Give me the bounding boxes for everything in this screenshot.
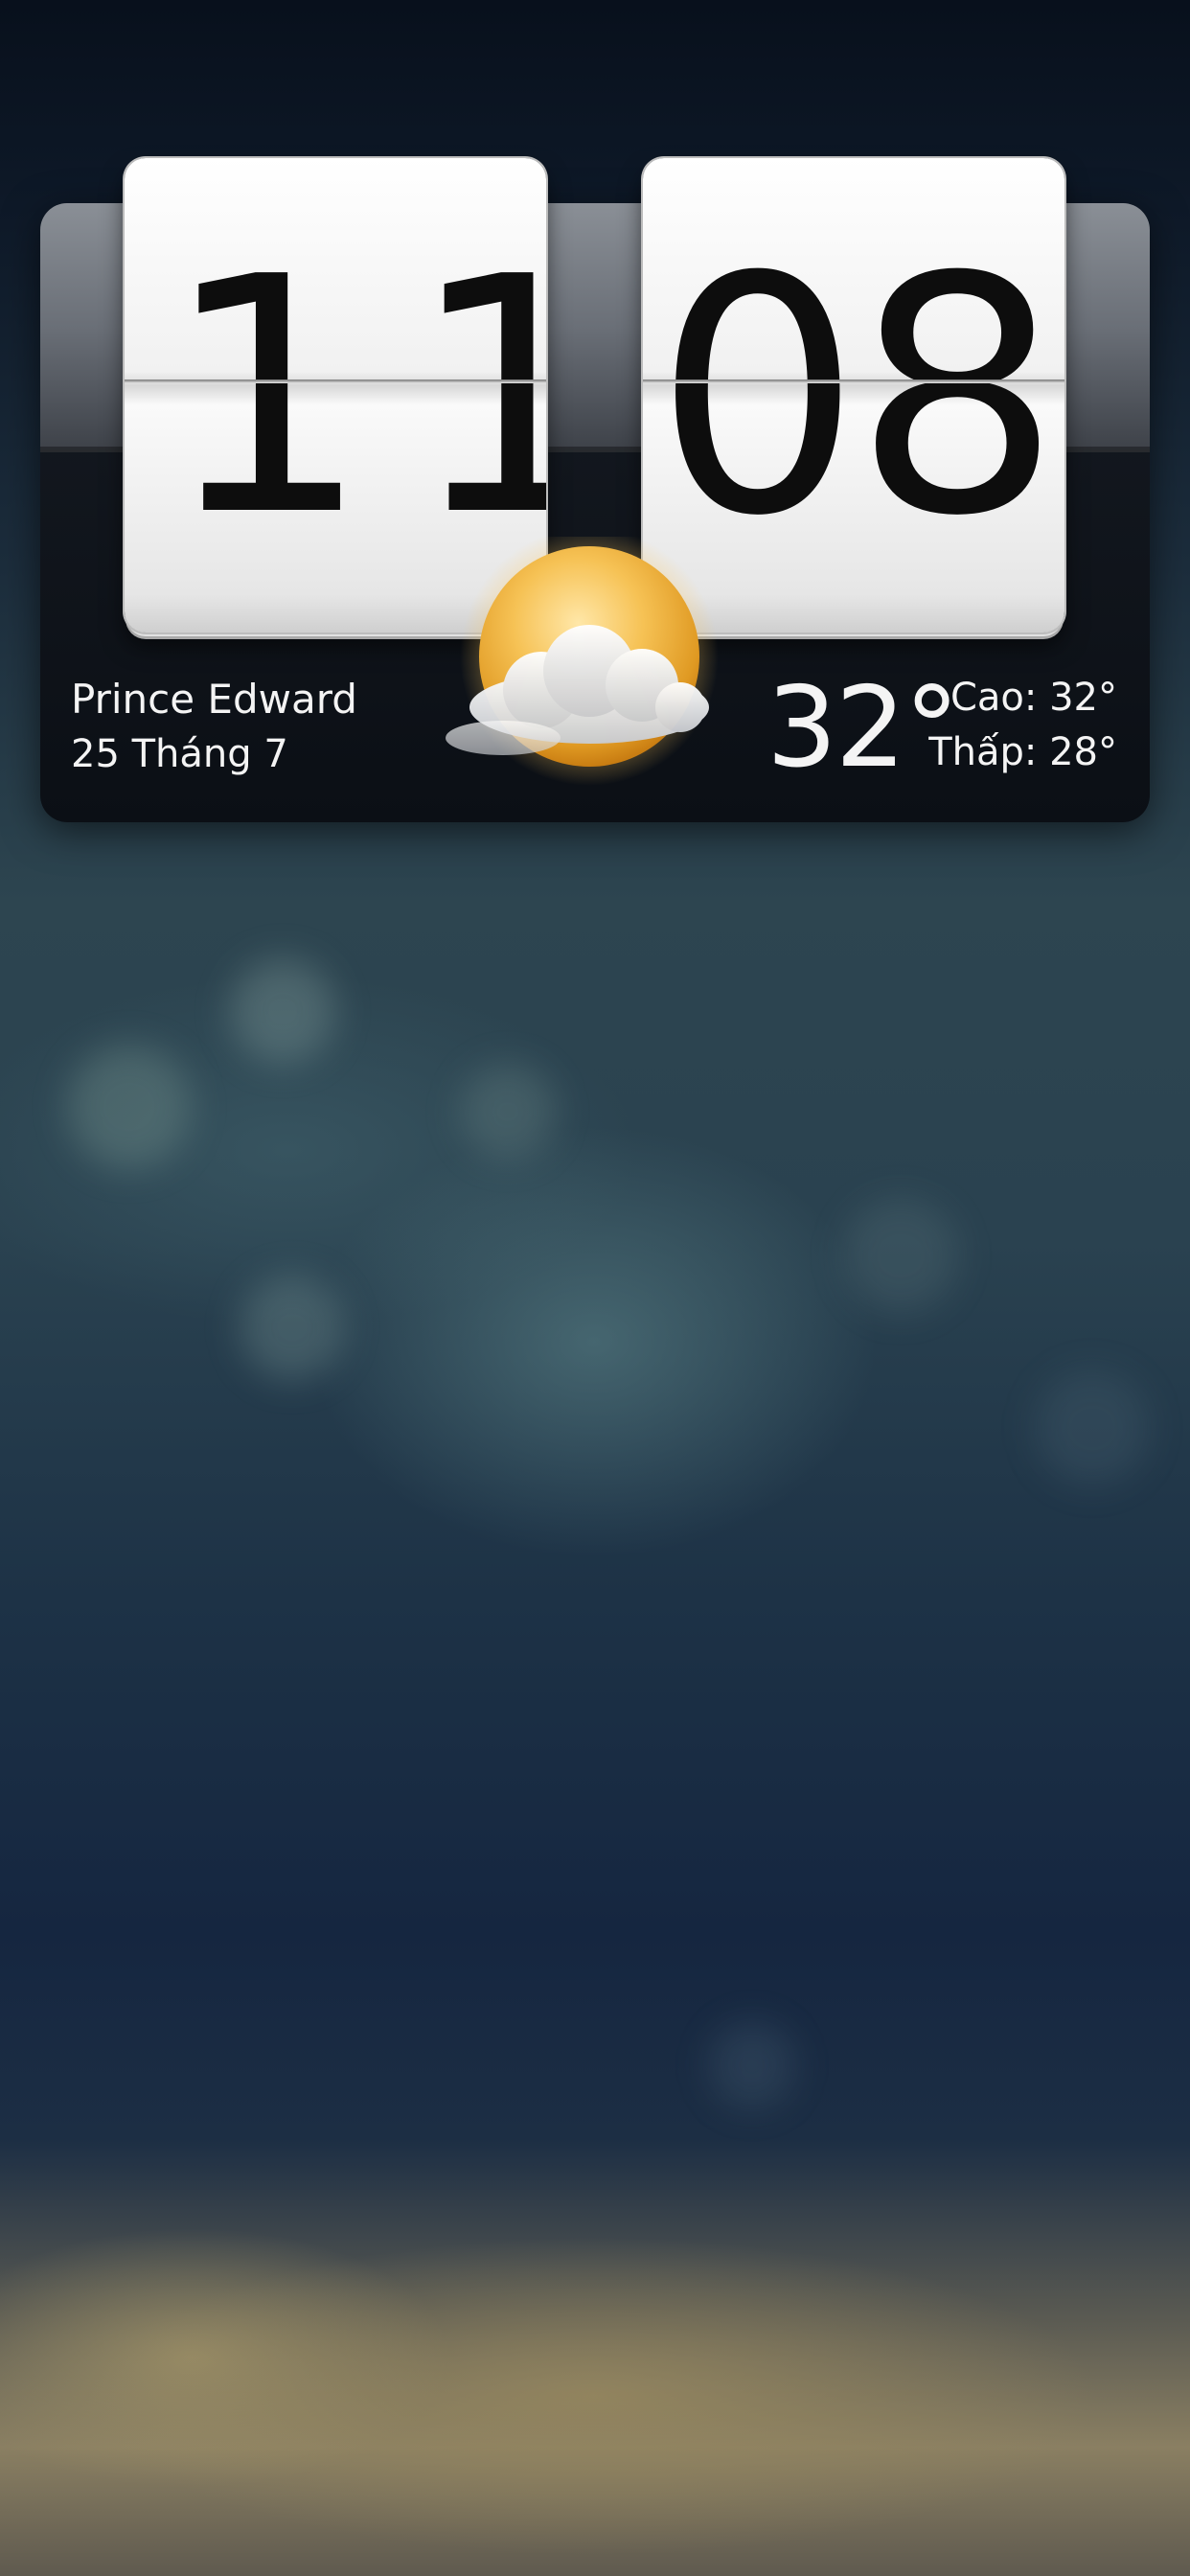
background-bokeh [230, 958, 335, 1064]
low-temperature: Thấp: 28° [928, 730, 1117, 774]
partly-cloudy-sun-icon[interactable] [436, 537, 752, 805]
background-bokeh [67, 1045, 192, 1169]
weather-date: 25 Tháng 7 [71, 732, 288, 776]
background-bokeh [460, 1064, 556, 1160]
weather-location: Prince Edward [71, 676, 357, 723]
background-bokeh [240, 1275, 345, 1380]
background-bokeh [843, 1198, 958, 1313]
background-bokeh [709, 2022, 795, 2108]
background-bokeh [1035, 1370, 1150, 1485]
high-temperature: Cao: 32° [950, 676, 1117, 720]
